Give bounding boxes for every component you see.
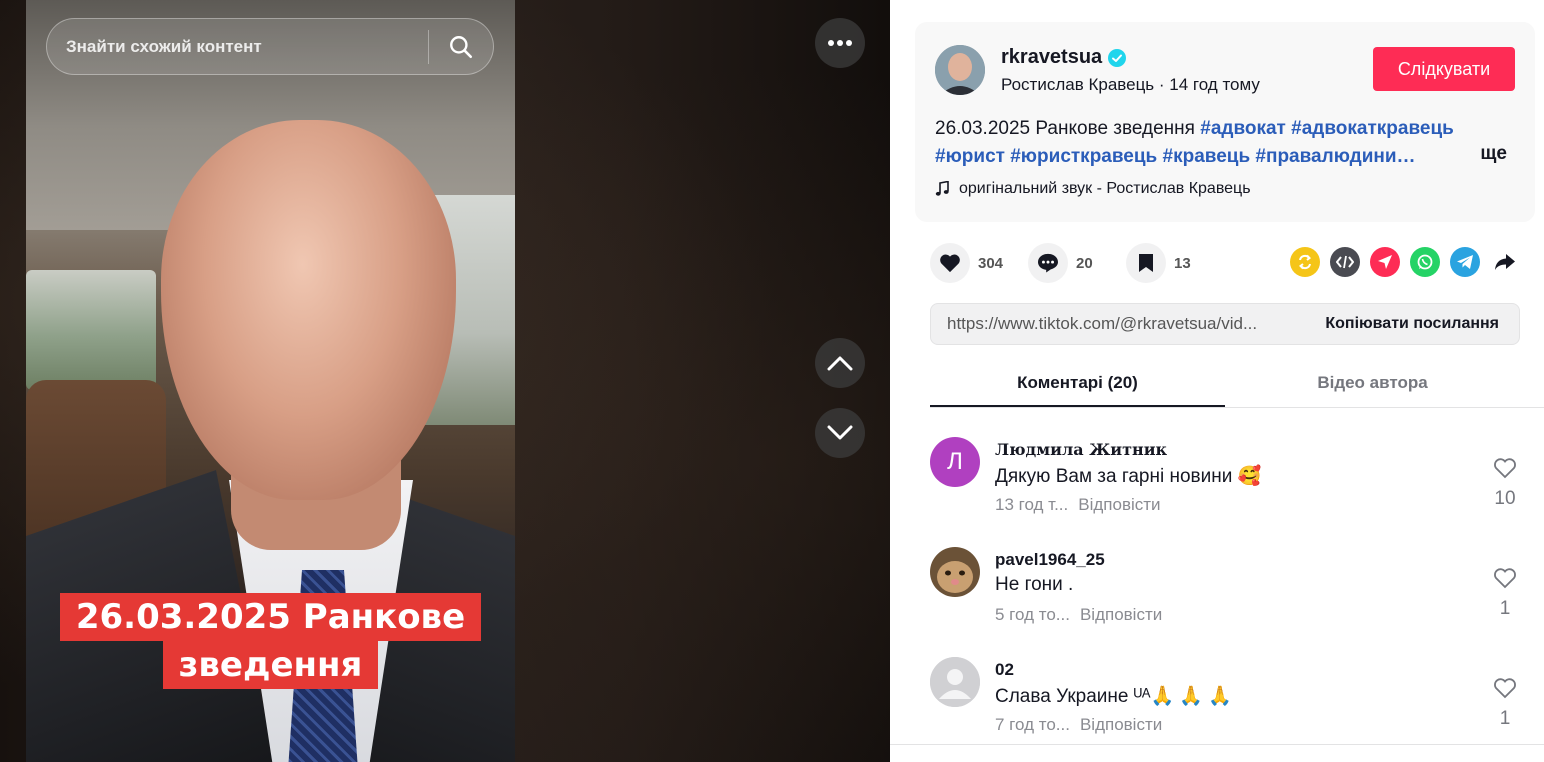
like-button[interactable] — [930, 243, 970, 283]
comment-button[interactable] — [1028, 243, 1068, 283]
more-dots-icon — [828, 40, 852, 46]
save-action[interactable]: 13 — [1126, 243, 1206, 283]
comment-like-count: 1 — [1499, 598, 1511, 619]
engagement-bar: 304 20 13 — [930, 243, 1224, 283]
author-avatar-image — [935, 45, 985, 95]
video-url[interactable]: https://www.tiktok.com/@rkravetsua/vid..… — [931, 314, 1305, 334]
comment-item: Л Людмила Житник Дякую Вам за гарні нови… — [930, 437, 1520, 537]
cat-avatar-image — [930, 547, 980, 597]
telegram-icon[interactable] — [1450, 247, 1480, 277]
default-avatar-icon — [930, 657, 980, 707]
repost-icon[interactable] — [1290, 247, 1320, 277]
description-more-link[interactable]: ще — [1480, 143, 1507, 165]
video-caption-line-2: зведення — [162, 641, 379, 689]
comment-action[interactable]: 20 — [1028, 243, 1108, 283]
author-username-row[interactable]: rkravetsua — [1001, 46, 1127, 69]
video-caption: 26.03.2025 Ранкове зведення — [26, 593, 515, 689]
details-panel: rkravetsua Ростислав Кравець · 14 год то… — [890, 0, 1544, 762]
search-button[interactable] — [429, 19, 493, 74]
tab-comments[interactable]: Коментарі (20) — [930, 360, 1225, 407]
comment-time: 13 год т... — [995, 495, 1069, 514]
video-caption-line-1: 26.03.2025 Ранкове — [59, 593, 482, 641]
video-head — [161, 120, 456, 500]
sound-label: оригінальний звук - Ростислав Кравець — [959, 180, 1251, 197]
share-bar — [1290, 247, 1520, 277]
sound-link[interactable]: оригінальний звук - Ростислав Кравець — [935, 180, 1251, 198]
comment-time: 7 год то... — [995, 715, 1070, 734]
video-info-card: rkravetsua Ростислав Кравець · 14 год то… — [915, 22, 1535, 222]
comment-item: 02 Слава Украине ᵁᴬ🙏 🙏 🙏 7 год то... Відп… — [930, 657, 1520, 757]
author-username[interactable]: rkravetsua — [1001, 46, 1102, 69]
hashtag[interactable]: #кравець — [1163, 146, 1251, 167]
heart-outline-icon — [1494, 678, 1516, 699]
comment-text: Не гони . — [995, 574, 1074, 595]
commenter-name[interactable]: Людмила Житник — [995, 440, 1167, 459]
embed-icon[interactable] — [1330, 247, 1360, 277]
hashtag[interactable]: #юрист — [935, 146, 1005, 167]
whatsapp-icon[interactable] — [1410, 247, 1440, 277]
save-count: 13 — [1174, 254, 1191, 272]
previous-video-button[interactable] — [815, 338, 865, 388]
bookmark-icon — [1139, 254, 1153, 272]
copy-link-button[interactable]: Копіювати посилання — [1305, 315, 1519, 333]
heart-icon — [940, 254, 960, 273]
video-description: 26.03.2025 Ранкове зведення #адвокат #ад… — [935, 115, 1505, 171]
reply-button[interactable]: Відповісти — [1080, 605, 1162, 624]
comment-meta: 7 год то... Відповісти — [995, 715, 1162, 735]
author-meta: Ростислав Кравець · 14 год тому — [1001, 75, 1260, 94]
comment-bubble-icon — [1038, 253, 1058, 273]
comment-like-count: 10 — [1494, 488, 1516, 509]
comment-like[interactable]: 1 — [1490, 677, 1520, 730]
search-input[interactable]: Знайти схожий контент — [47, 37, 428, 57]
comment-text: Слава Украине ᵁᴬ🙏 🙏 🙏 — [995, 686, 1233, 707]
follow-button[interactable]: Слідкувати — [1373, 47, 1515, 91]
more-options-button[interactable] — [815, 18, 865, 68]
comment-text: Дякую Вам за гарні новини 🥰 — [995, 466, 1262, 487]
commenter-avatar[interactable]: Л — [930, 437, 980, 487]
video-stage: 26.03.2025 Ранкове зведення Знайти схожи… — [0, 0, 890, 762]
share-arrow-icon[interactable] — [1490, 247, 1520, 277]
description-text: 26.03.2025 Ранкове зведення — [935, 118, 1195, 139]
copy-link-box: https://www.tiktok.com/@rkravetsua/vid..… — [930, 303, 1520, 345]
similar-content-search[interactable]: Знайти схожий контент — [46, 18, 494, 75]
divider — [890, 744, 1544, 745]
commenter-name[interactable]: pavel1964_25 — [995, 550, 1105, 570]
commenter-avatar[interactable] — [930, 657, 980, 707]
comment-meta: 13 год т... Відповісти — [995, 495, 1161, 515]
commenter-name[interactable]: 02 — [995, 660, 1014, 680]
comment-time: 5 год то... — [995, 605, 1070, 624]
comment-like[interactable]: 1 — [1490, 567, 1520, 620]
video-player[interactable]: 26.03.2025 Ранкове зведення — [26, 0, 515, 762]
comment-meta: 5 год то... Відповісти — [995, 605, 1162, 625]
chevron-down-icon — [827, 425, 853, 440]
hashtag[interactable]: #правалюдини… — [1255, 146, 1415, 167]
like-action[interactable]: 304 — [930, 243, 1010, 283]
comment-item: pavel1964_25 Не гони . 5 год то... Відпов… — [930, 547, 1520, 647]
save-button[interactable] — [1126, 243, 1166, 283]
comment-like[interactable]: 10 — [1490, 457, 1520, 510]
panel-tabs: Коментарі (20) Відео автора — [930, 360, 1544, 408]
hashtag[interactable]: #юристкравець — [1010, 146, 1157, 167]
reply-button[interactable]: Відповісти — [1080, 715, 1162, 734]
hashtag[interactable]: #адвокат — [1200, 118, 1286, 139]
hashtag[interactable]: #адвокаткравець — [1291, 118, 1454, 139]
comment-count: 20 — [1076, 254, 1093, 272]
search-icon — [450, 35, 473, 58]
heart-outline-icon — [1494, 568, 1516, 589]
author-avatar[interactable] — [935, 45, 985, 95]
music-note-icon — [935, 181, 949, 196]
comment-like-count: 1 — [1499, 708, 1511, 729]
chevron-up-icon — [827, 356, 853, 371]
like-count: 304 — [978, 254, 1004, 272]
heart-outline-icon — [1494, 458, 1516, 479]
tab-author-videos[interactable]: Відео автора — [1225, 360, 1520, 407]
verified-badge-icon — [1108, 48, 1127, 67]
next-video-button[interactable] — [815, 408, 865, 458]
video-rear-window — [26, 270, 156, 390]
send-icon[interactable] — [1370, 247, 1400, 277]
reply-button[interactable]: Відповісти — [1078, 495, 1160, 514]
commenter-avatar[interactable] — [930, 547, 980, 597]
